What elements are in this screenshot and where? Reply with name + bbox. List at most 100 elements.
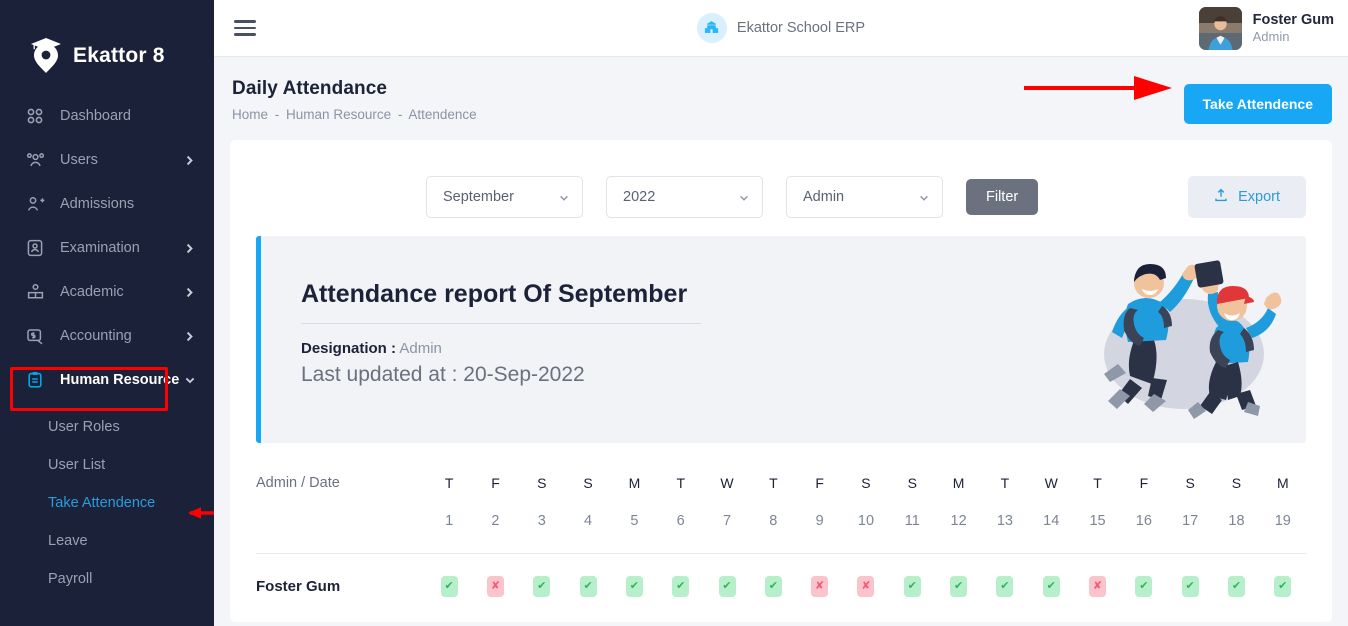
- mark-cell[interactable]: ✔: [519, 576, 565, 597]
- chevron-right-icon: [184, 330, 196, 342]
- role-select[interactable]: Admin: [786, 176, 943, 218]
- sidebar-subitem-label: Leave: [48, 533, 88, 549]
- present-mark-icon: ✔: [626, 576, 643, 597]
- day-column: F16: [1121, 465, 1167, 529]
- day-column: S4: [565, 465, 611, 529]
- mark-cell[interactable]: ✔: [426, 576, 472, 597]
- chevron-right-icon: [184, 242, 196, 254]
- upload-icon: [1214, 188, 1228, 206]
- day-letter: W: [704, 465, 750, 491]
- day-letter: S: [565, 465, 611, 491]
- day-letter: S: [1213, 465, 1259, 491]
- filter-button[interactable]: Filter: [966, 179, 1038, 215]
- brand[interactable]: Ekattor 8: [0, 0, 214, 86]
- day-column: S10: [843, 465, 889, 529]
- day-letter: W: [1028, 465, 1074, 491]
- mark-cell[interactable]: ✘: [1074, 576, 1120, 597]
- sidebar-item-label: Academic: [60, 284, 184, 300]
- hamburger-icon[interactable]: [234, 20, 256, 36]
- teacher-icon: [24, 281, 46, 303]
- sidebar-item-dashboard[interactable]: Dashboard: [0, 94, 214, 138]
- main-area: Ekattor School ERP Fos: [214, 0, 1348, 626]
- sidebar-subitem-payroll[interactable]: Payroll: [0, 560, 214, 598]
- breadcrumb-item-attendence[interactable]: Attendence: [408, 107, 476, 122]
- mark-cell[interactable]: ✔: [982, 576, 1028, 597]
- take-attendance-button[interactable]: Take Attendence: [1184, 84, 1332, 124]
- sidebar-item-label: Accounting: [60, 328, 184, 344]
- table-label-column: Admin / Date: [256, 465, 426, 491]
- export-label: Export: [1238, 189, 1280, 205]
- mark-cell[interactable]: ✔: [1121, 576, 1167, 597]
- mark-cell[interactable]: ✔: [658, 576, 704, 597]
- sidebar-item-label: Human Resource: [60, 372, 184, 388]
- day-column: F9: [797, 465, 843, 529]
- sidebar-item-human-resource[interactable]: Human Resource: [0, 358, 214, 402]
- mark-cell[interactable]: ✔: [611, 576, 657, 597]
- attendance-report-banner: Attendance report Of September Designati…: [256, 236, 1306, 443]
- present-mark-icon: ✔: [1135, 576, 1152, 597]
- day-number: 12: [935, 491, 981, 529]
- mark-cell[interactable]: ✔: [1167, 576, 1213, 597]
- year-select[interactable]: 2022: [606, 176, 763, 218]
- mark-cell[interactable]: ✘: [472, 576, 518, 597]
- sidebar-item-label: Users: [60, 152, 184, 168]
- mark-cell[interactable]: ✔: [1028, 576, 1074, 597]
- sidebar-item-academic[interactable]: Academic: [0, 270, 214, 314]
- day-letter: S: [1167, 465, 1213, 491]
- mark-cell[interactable]: ✔: [1213, 576, 1259, 597]
- month-select[interactable]: September: [426, 176, 583, 218]
- erp-title: Ekattor School ERP: [737, 20, 865, 36]
- breadcrumb-item-home[interactable]: Home: [232, 107, 268, 122]
- sidebar-item-accounting[interactable]: Accounting: [0, 314, 214, 358]
- day-number: 2: [472, 491, 518, 529]
- day-letter: M: [611, 465, 657, 491]
- day-number: 1: [426, 491, 472, 529]
- chevron-right-icon: [184, 154, 196, 166]
- sidebar-item-examination[interactable]: Examination: [0, 226, 214, 270]
- day-letter: T: [982, 465, 1028, 491]
- user-menu[interactable]: Foster Gum Admin: [1199, 7, 1334, 50]
- attendance-table-header: Admin / Date T1 F2 S3 S4 M5 T6 W7 T8 F9: [256, 465, 1306, 529]
- mark-cell[interactable]: ✔: [1260, 576, 1306, 597]
- day-number: 9: [797, 491, 843, 529]
- present-mark-icon: ✔: [1274, 576, 1291, 597]
- attendance-table: Admin / Date T1 F2 S3 S4 M5 T6 W7 T8 F9: [256, 465, 1306, 618]
- mark-cell[interactable]: ✔: [565, 576, 611, 597]
- sidebar-nav: Dashboard Users: [0, 94, 214, 598]
- mark-cell[interactable]: ✘: [843, 576, 889, 597]
- mark-cell[interactable]: ✔: [704, 576, 750, 597]
- sidebar-subitem-user-list[interactable]: User List: [0, 446, 214, 484]
- mark-cell[interactable]: ✘: [797, 576, 843, 597]
- breadcrumb-item-human-resource[interactable]: Human Resource: [286, 107, 391, 122]
- day-column: T8: [750, 465, 796, 529]
- sidebar-item-label: Dashboard: [60, 108, 196, 124]
- sidebar-item-label: Admissions: [60, 196, 196, 212]
- sidebar-item-admissions[interactable]: Admissions: [0, 182, 214, 226]
- sidebar-item-users[interactable]: Users: [0, 138, 214, 182]
- money-note-icon: [24, 325, 46, 347]
- page-header-text: Daily Attendance Home - Human Resource -…: [232, 78, 477, 122]
- day-column: S17: [1167, 465, 1213, 529]
- day-letter: F: [472, 465, 518, 491]
- present-mark-icon: ✔: [719, 576, 736, 597]
- mark-cell[interactable]: ✔: [935, 576, 981, 597]
- day-letter: T: [426, 465, 472, 491]
- export-button[interactable]: Export: [1188, 176, 1306, 218]
- user-name: Foster Gum: [1253, 11, 1334, 29]
- mark-cell[interactable]: ✔: [889, 576, 935, 597]
- sidebar-subitem-user-roles[interactable]: User Roles: [0, 408, 214, 446]
- page-content: Daily Attendance Home - Human Resource -…: [214, 56, 1348, 626]
- day-column: W14: [1028, 465, 1074, 529]
- day-letter: T: [750, 465, 796, 491]
- mark-cell[interactable]: ✔: [750, 576, 796, 597]
- day-column: S18: [1213, 465, 1259, 529]
- present-mark-icon: ✔: [904, 576, 921, 597]
- designation-value: Admin: [399, 340, 442, 357]
- sidebar-subitem-leave[interactable]: Leave: [0, 522, 214, 560]
- day-letter: T: [658, 465, 704, 491]
- present-mark-icon: ✔: [765, 576, 782, 597]
- id-card-icon: [24, 237, 46, 259]
- sidebar-subitem-take-attendence[interactable]: Take Attendence: [0, 484, 214, 522]
- user-role: Admin: [1253, 29, 1334, 45]
- day-column: M12: [935, 465, 981, 529]
